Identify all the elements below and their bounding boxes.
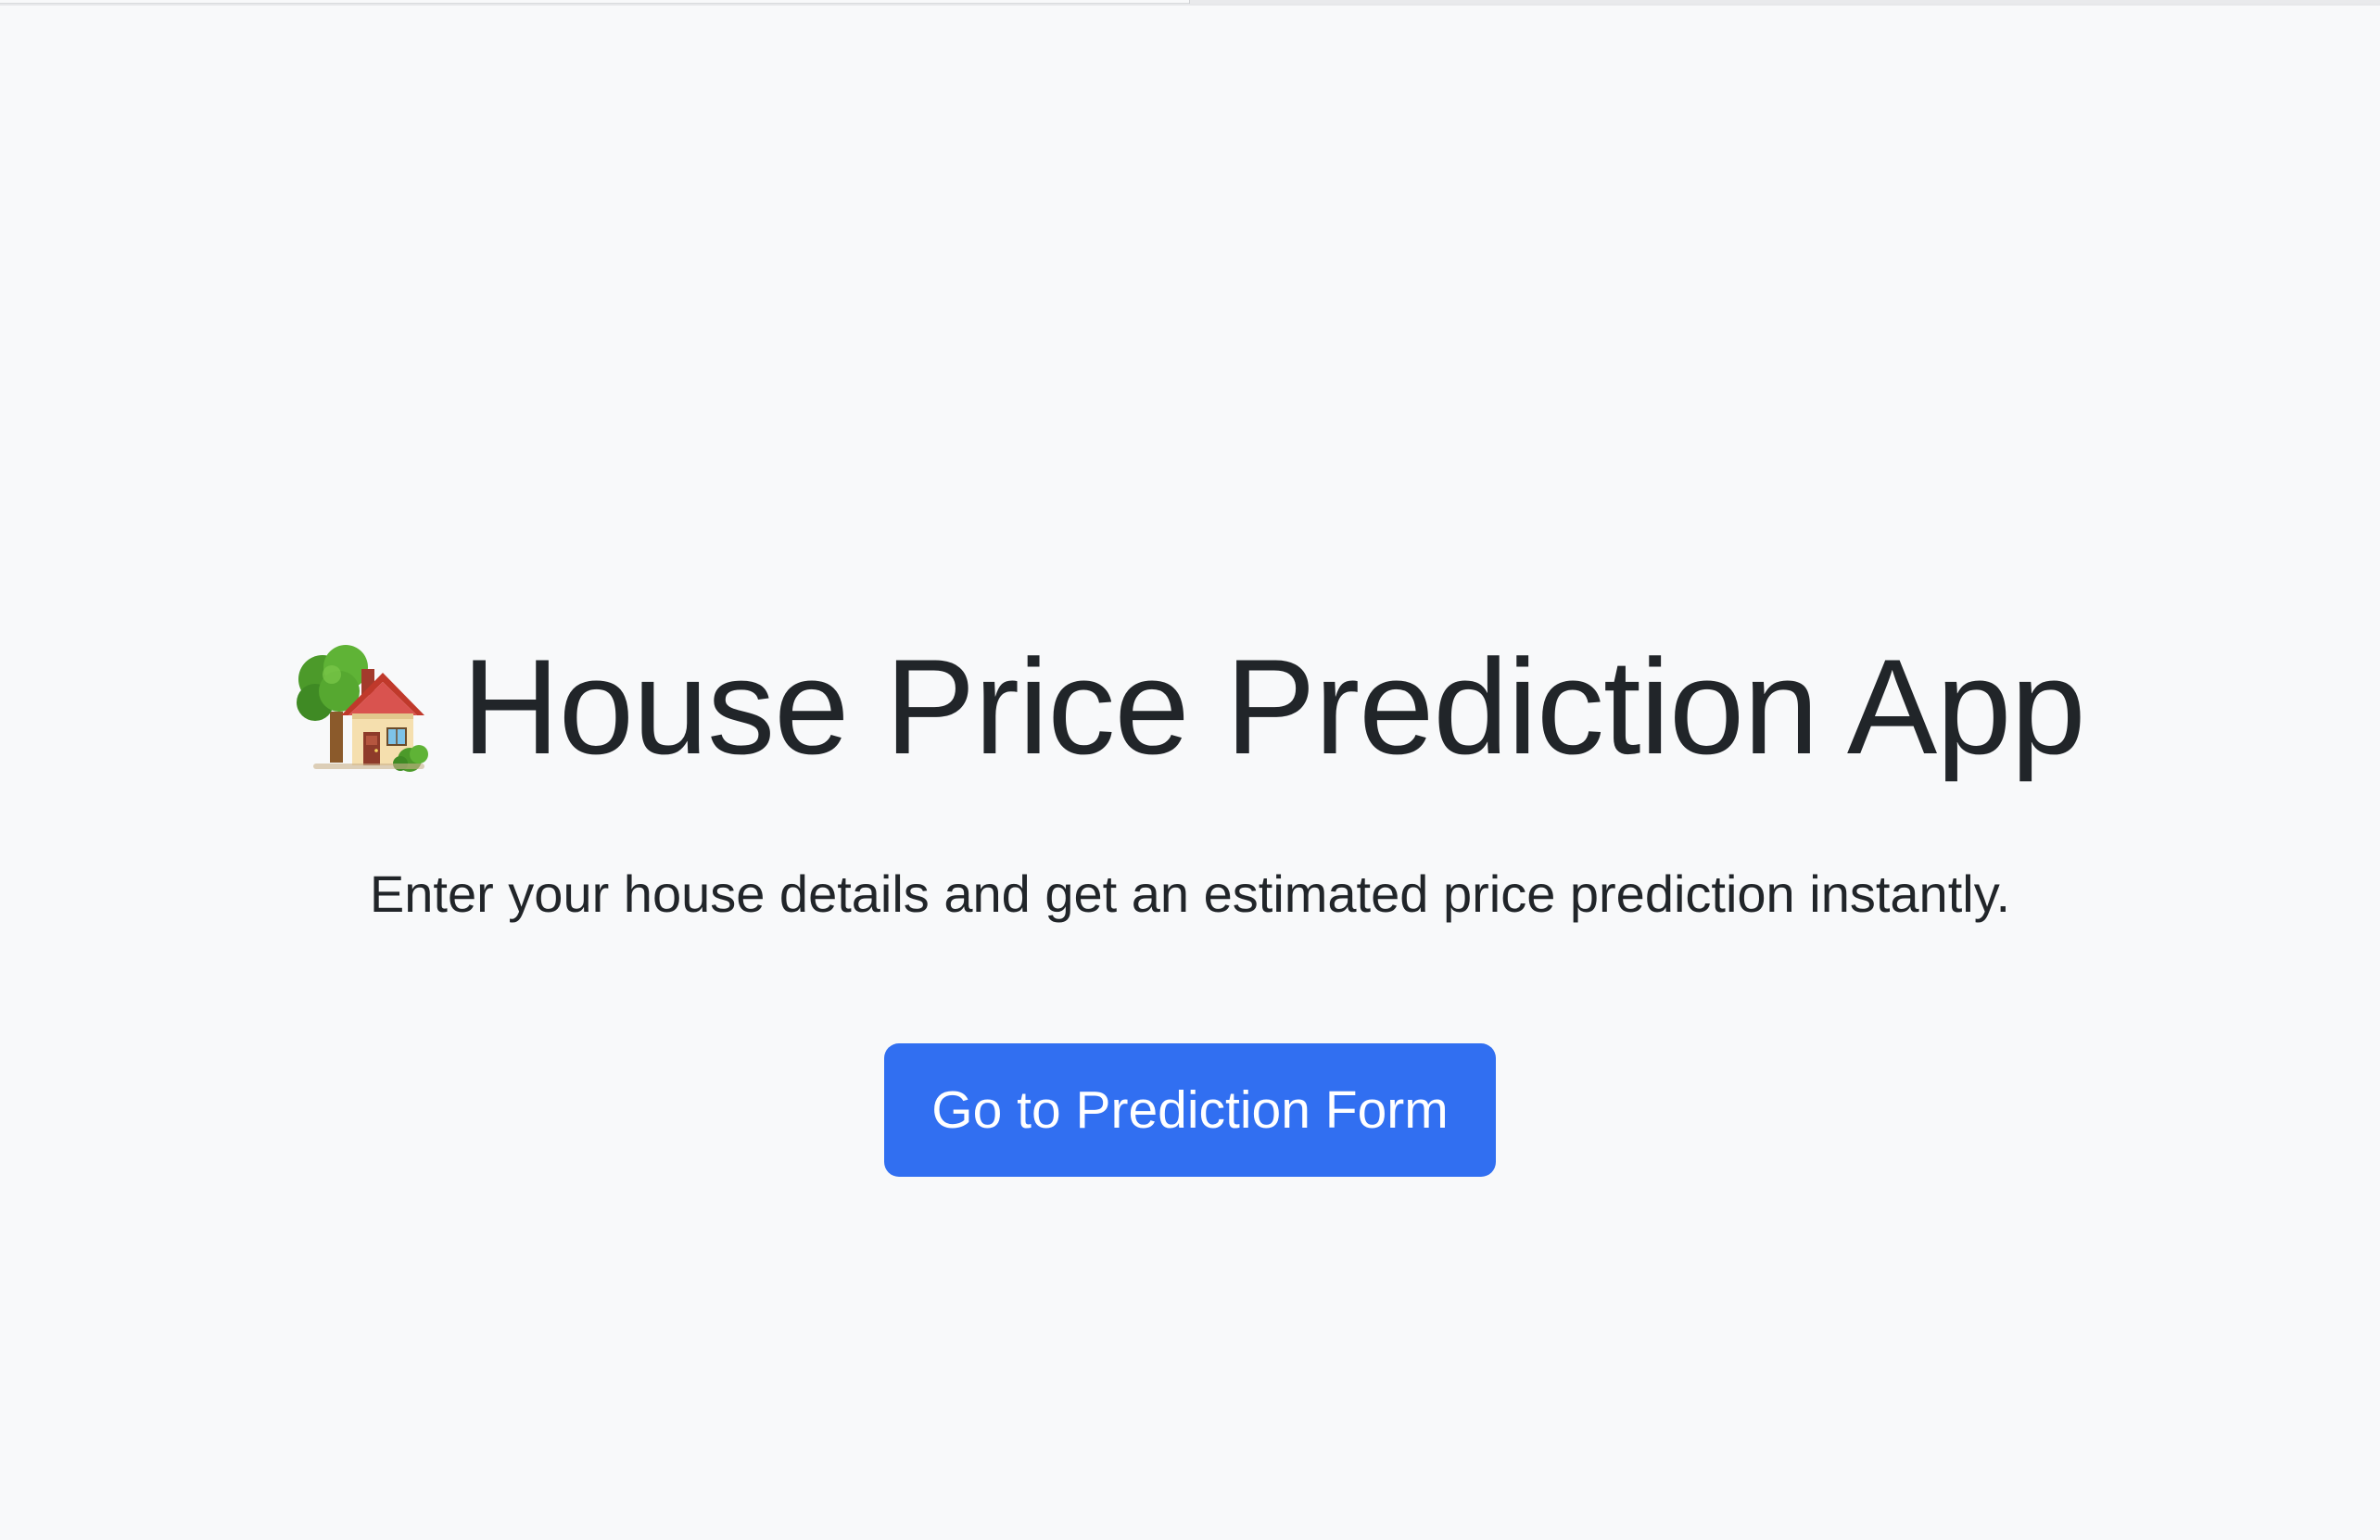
- house-with-garden-icon: [297, 645, 429, 772]
- title-row: House Price Prediction App: [0, 637, 2380, 776]
- go-to-prediction-form-button[interactable]: Go to Prediction Form: [884, 1043, 1496, 1177]
- hero-section: House Price Prediction App Enter your ho…: [0, 0, 2380, 1540]
- page-subtitle: Enter your house details and get an esti…: [369, 865, 2011, 923]
- page-title: House Price Prediction App: [462, 631, 2085, 782]
